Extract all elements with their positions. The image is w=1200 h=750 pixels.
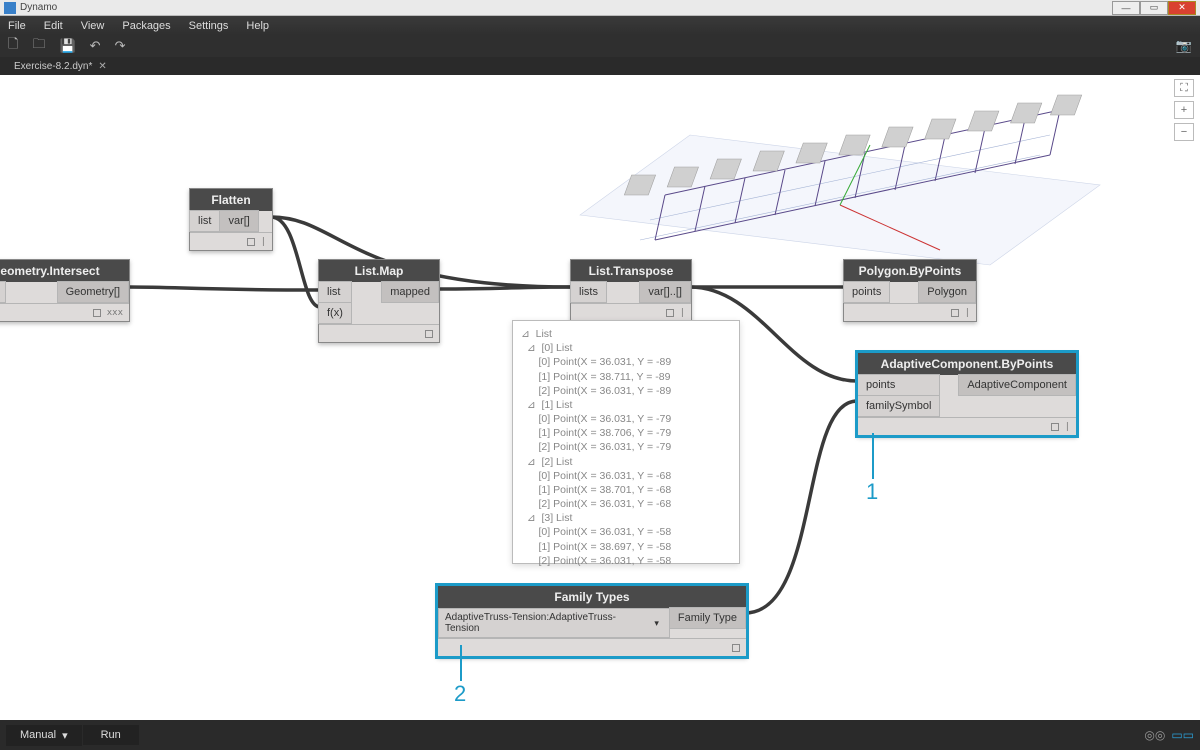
input-port-fx[interactable]: f(x) <box>318 302 352 324</box>
node-title: Polygon.ByPoints <box>844 260 976 282</box>
output-port[interactable]: Geometry[] <box>57 281 129 303</box>
output-port[interactable]: AdaptiveComponent <box>958 374 1076 396</box>
node-list-map[interactable]: List.Map list f(x) mapped <box>318 259 440 343</box>
chevron-down-icon: ▾ <box>650 618 663 629</box>
lacing-icon[interactable] <box>732 644 740 652</box>
output-port[interactable]: Polygon <box>918 281 976 303</box>
lacing-icon[interactable] <box>666 309 674 317</box>
active-tab[interactable]: Exercise-8.2.dyn* ✕ <box>4 61 117 72</box>
fit-view-button[interactable]: ⛶ <box>1174 79 1194 97</box>
input-port-list[interactable]: list <box>318 281 352 303</box>
callout-number-2: 2 <box>454 681 466 707</box>
minimize-button[interactable]: — <box>1112 1 1140 15</box>
lacing-icon[interactable] <box>93 309 101 317</box>
maximize-button[interactable]: ▭ <box>1140 1 1168 15</box>
node-adaptivecomponent-bypoints[interactable]: AdaptiveComponent.ByPoints points family… <box>857 352 1077 436</box>
zoom-in-button[interactable]: + <box>1174 101 1194 119</box>
callout-line-2 <box>460 645 462 681</box>
node-polygon-bypoints[interactable]: Polygon.ByPoints points Polygon | <box>843 259 977 322</box>
callout-number-1: 1 <box>866 479 878 505</box>
output-port[interactable]: Family Type <box>669 607 746 629</box>
node-title: eometry.Intersect <box>0 260 129 282</box>
input-port-points[interactable]: points <box>857 374 940 396</box>
menu-file[interactable]: File <box>8 20 26 32</box>
view-controls: ⛶ + − <box>1174 79 1194 141</box>
menu-view[interactable]: View <box>81 20 105 32</box>
nav-3d-icon[interactable]: ▭▭ <box>1171 728 1194 742</box>
graph-canvas[interactable]: eometry.Intersect etry Geometry[] xxx Fl… <box>0 75 1200 720</box>
menu-help[interactable]: Help <box>246 20 269 32</box>
undo-icon[interactable]: ↶ <box>90 38 101 54</box>
window-controls: — ▭ ✕ <box>1112 1 1196 15</box>
zoom-out-button[interactable]: − <box>1174 123 1194 141</box>
window-titlebar: Dynamo — ▭ ✕ <box>0 0 1200 16</box>
tab-close-icon[interactable]: ✕ <box>98 61 106 72</box>
input-port[interactable]: list <box>189 210 220 232</box>
node-geometry-intersect[interactable]: eometry.Intersect etry Geometry[] xxx <box>0 259 130 322</box>
tab-label: Exercise-8.2.dyn* <box>14 61 92 72</box>
output-port[interactable]: var[]..[] <box>639 281 691 303</box>
node-flatten[interactable]: Flatten list var[] | <box>189 188 273 251</box>
node-title: Flatten <box>190 189 272 211</box>
output-port[interactable]: mapped <box>381 281 439 303</box>
node-title: List.Transpose <box>571 260 691 282</box>
output-port[interactable]: var[] <box>219 210 258 232</box>
node-family-types[interactable]: Family Types AdaptiveTruss-Tension:Adapt… <box>437 585 747 657</box>
menu-edit[interactable]: Edit <box>44 20 63 32</box>
window-title: Dynamo <box>20 2 57 13</box>
chevron-down-icon: ▾ <box>62 729 68 742</box>
node-title: AdaptiveComponent.ByPoints <box>858 353 1076 375</box>
run-button[interactable]: Run <box>83 725 139 745</box>
lacing-icon[interactable] <box>425 330 433 338</box>
new-icon[interactable]: 🗋 <box>8 35 18 57</box>
lacing-label: xxx <box>107 308 123 318</box>
open-icon[interactable]: 🗀 <box>32 35 45 57</box>
app-logo-icon <box>4 2 16 14</box>
dropdown-value: AdaptiveTruss-Tension:AdaptiveTruss-Tens… <box>445 612 650 634</box>
close-button[interactable]: ✕ <box>1168 1 1196 15</box>
document-tab-strip: Exercise-8.2.dyn* ✕ <box>0 57 1200 75</box>
toolbar: 🗋 🗀 💾 ↶ ↷ 📷 <box>0 35 1200 57</box>
input-port[interactable]: points <box>843 281 890 303</box>
save-icon[interactable]: 💾 <box>59 38 75 54</box>
menu-bar: File Edit View Packages Settings Help <box>0 16 1200 35</box>
input-port[interactable]: lists <box>570 281 607 303</box>
geometry-preview <box>560 75 1120 275</box>
lacing-icon[interactable] <box>1051 423 1059 431</box>
node-title: List.Map <box>319 260 439 282</box>
family-type-dropdown[interactable]: AdaptiveTruss-Tension:AdaptiveTruss-Tens… <box>438 608 670 638</box>
node-list-transpose[interactable]: List.Transpose lists var[]..[] | <box>570 259 692 322</box>
run-mode-dropdown[interactable]: Manual ▾ <box>6 725 82 746</box>
nav-graph-icon[interactable]: ◎◎ <box>1144 728 1165 742</box>
watch-content: ⊿ List ⊿ [0] List [0] Point(X = 36.031, … <box>521 327 731 568</box>
lacing-icon[interactable] <box>247 238 255 246</box>
redo-icon[interactable]: ↷ <box>115 38 126 54</box>
input-port-familysymbol[interactable]: familySymbol <box>857 395 940 417</box>
run-mode-label: Manual <box>20 729 56 741</box>
status-bar: Manual ▾ Run ◎◎ ▭▭ <box>0 720 1200 750</box>
callout-line-1 <box>872 433 874 479</box>
camera-icon[interactable]: 📷 <box>1176 38 1192 54</box>
menu-packages[interactable]: Packages <box>122 20 170 32</box>
watch-panel[interactable]: ⊿ List ⊿ [0] List [0] Point(X = 36.031, … <box>512 320 740 564</box>
node-title: Family Types <box>438 586 746 608</box>
lacing-icon[interactable] <box>951 309 959 317</box>
menu-settings[interactable]: Settings <box>189 20 229 32</box>
